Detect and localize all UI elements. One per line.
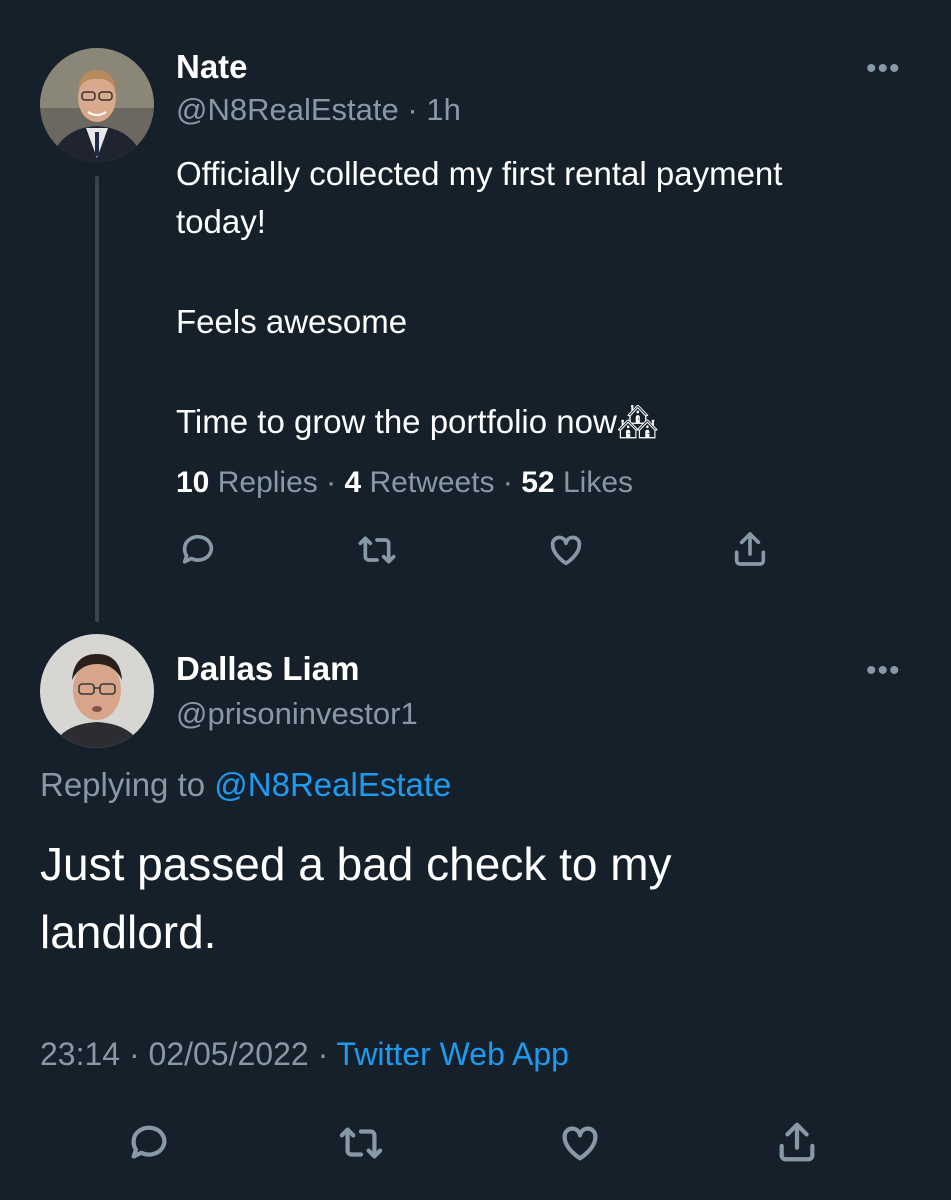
avatar-nate[interactable]	[40, 48, 154, 162]
retweet-icon[interactable]	[355, 530, 399, 575]
tweet-text-line: Time to grow the portfolio now🏘	[176, 398, 916, 446]
tweet-text-line: Officially collected my first rental pay…	[176, 155, 783, 192]
replies-stat[interactable]: 10 Replies	[176, 466, 318, 499]
reply-text-line: Just passed a bad check to my	[40, 838, 672, 890]
more-icon[interactable]: •••	[866, 52, 901, 86]
stats-separator: ·	[326, 466, 337, 499]
reply-text-line: landlord.	[40, 906, 217, 958]
share-icon[interactable]	[774, 1118, 820, 1171]
like-icon[interactable]	[545, 530, 587, 575]
replies-label: Replies	[217, 466, 318, 499]
likes-label: Likes	[562, 466, 634, 499]
reply-icon[interactable]	[126, 1120, 172, 1171]
reply-text: Just passed a bad check to my landlord.	[40, 830, 920, 966]
reply-author-name[interactable]: Dallas Liam	[176, 650, 359, 688]
retweets-label: Retweets	[369, 466, 495, 499]
share-icon[interactable]	[730, 528, 770, 575]
likes-stat[interactable]: 52 Likes	[521, 466, 633, 499]
thread-connector-line	[95, 176, 99, 622]
tweet-text: Officially collected my first rental pay…	[176, 150, 916, 446]
replying-to-handle-link[interactable]: @N8RealEstate	[214, 766, 451, 803]
retweets-stat[interactable]: 4 Retweets	[344, 466, 494, 499]
tweet-source-link[interactable]: Twitter Web App	[337, 1036, 569, 1072]
replies-count: 10	[176, 466, 210, 499]
author-name[interactable]: Nate	[176, 48, 248, 86]
avatar-dallas[interactable]	[40, 634, 154, 748]
tweet-text-span: Time to grow the portfolio now	[176, 403, 617, 440]
like-icon[interactable]	[556, 1120, 604, 1171]
retweets-count: 4	[344, 466, 362, 499]
reply-author-handle[interactable]: @prisoninvestor1	[176, 696, 418, 732]
tweet-timestamp[interactable]: 23:14	[40, 1036, 120, 1072]
tweet-time[interactable]: 1h	[426, 92, 460, 127]
more-icon[interactable]: •••	[866, 654, 901, 688]
tweet-text-line: Feels awesome	[176, 303, 408, 340]
meta-separator: ·	[317, 1036, 329, 1072]
likes-count: 52	[521, 466, 555, 499]
houses-emoji-icon: 🏘	[616, 403, 659, 440]
retweet-icon[interactable]	[336, 1120, 386, 1171]
author-handle-time[interactable]: @N8RealEstate · 1h	[176, 92, 461, 128]
tweet-text-line: today!	[176, 203, 266, 240]
meta-separator: ·	[128, 1036, 140, 1072]
replying-to-label: Replying to	[40, 766, 206, 803]
reply-icon[interactable]	[178, 530, 218, 575]
tweet-stats: 10 Replies · 4 Retweets · 52 Likes	[176, 466, 633, 500]
separator-dot: ·	[407, 92, 418, 127]
tweet-meta: 23:14 · 02/05/2022 · Twitter Web App	[40, 1036, 569, 1073]
author-handle[interactable]: @N8RealEstate	[176, 92, 399, 127]
stats-separator: ·	[502, 466, 513, 499]
tweet-date[interactable]: 02/05/2022	[149, 1036, 309, 1072]
replying-to: Replying to @N8RealEstate	[40, 766, 451, 804]
